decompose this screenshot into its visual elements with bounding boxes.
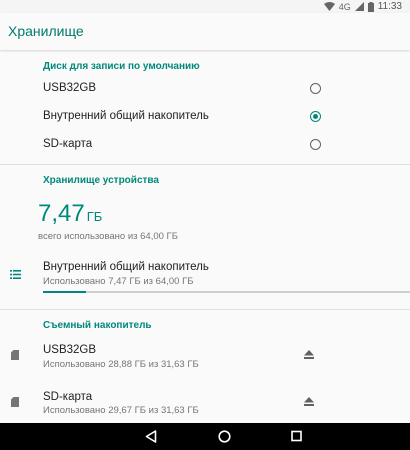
sd-card-icon	[11, 397, 19, 407]
eject-icon[interactable]	[304, 397, 314, 406]
page-title: Хранилище	[8, 23, 84, 39]
radio-option-sd[interactable]: SD-карта	[0, 134, 410, 156]
used-total: 7,47 ГБ	[38, 200, 102, 228]
removable-item-usb[interactable]: USB32GB Использовано 28,88 ГБ из 31,63 Г…	[0, 340, 410, 374]
radio-button[interactable]	[310, 111, 321, 122]
status-bar: 4G 11:33	[0, 0, 410, 13]
device-storage-header: Хранилище устройства	[43, 175, 159, 186]
divider	[0, 164, 410, 165]
storage-item-usage: Использовано 28,88 ГБ из 31,63 ГБ	[43, 359, 199, 370]
storage-progress-bar	[43, 291, 410, 293]
storage-item-label: Внутренний общий накопитель	[43, 261, 209, 273]
radio-option-label: USB32GB	[43, 82, 97, 94]
used-unit: ГБ	[86, 209, 103, 224]
radio-option-internal[interactable]: Внутренний общий накопитель	[0, 106, 410, 128]
used-caption: всего использовано из 64,00 ГБ	[38, 231, 178, 242]
default-disk-header: Диск для записи по умолчанию	[43, 61, 200, 72]
storage-item-label: USB32GB	[43, 344, 97, 356]
navigation-bar	[0, 423, 410, 450]
battery-icon	[367, 1, 374, 12]
app-bar: Хранилище	[0, 13, 410, 50]
back-icon[interactable]	[145, 430, 157, 443]
internal-storage-item[interactable]: Внутренний общий накопитель Использовано…	[0, 256, 410, 296]
removable-storage-header: Съемный накопитель	[43, 320, 152, 331]
storage-item-usage: Использовано 7,47 ГБ из 64,00 ГБ	[43, 276, 194, 287]
storage-list-icon	[10, 270, 21, 279]
sd-card-icon	[11, 350, 19, 360]
radio-option-usb[interactable]: USB32GB	[0, 78, 410, 100]
wifi-icon	[323, 2, 335, 11]
storage-item-usage: Использовано 29,67 ГБ из 31,63 ГБ	[43, 405, 199, 416]
eject-icon[interactable]	[304, 350, 314, 359]
used-value: 7,47	[38, 200, 85, 227]
radio-option-label: SD-карта	[43, 138, 93, 150]
storage-progress-fill	[43, 291, 86, 293]
radio-button[interactable]	[310, 139, 321, 150]
home-icon[interactable]	[218, 430, 231, 443]
divider	[0, 309, 410, 310]
recents-icon[interactable]	[291, 430, 302, 442]
removable-item-sd[interactable]: SD-карта Использовано 29,67 ГБ из 31,63 …	[0, 388, 410, 422]
radio-option-label: Внутренний общий накопитель	[43, 110, 209, 122]
storage-item-label: SD-карта	[43, 391, 93, 403]
radio-button[interactable]	[310, 83, 321, 94]
network-type: 4G	[338, 1, 351, 12]
signal-icon	[354, 2, 364, 11]
clock: 11:33	[377, 1, 402, 12]
